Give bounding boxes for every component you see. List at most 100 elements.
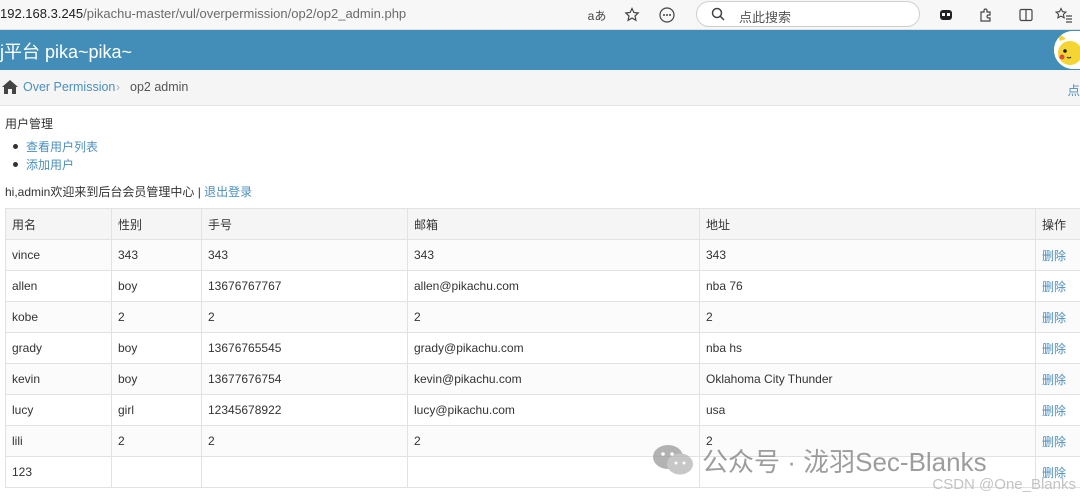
table-row: allen boy 13676767767 allen@pikachu.com nba …: [5, 270, 1080, 302]
view-users-link[interactable]: 查看用户列表: [26, 140, 98, 154]
cell-phone: [201, 456, 408, 488]
table-header-row: 用名 性别 手号 邮箱 地址 操作: [5, 208, 1080, 240]
cell-phone: 2: [201, 425, 408, 457]
cell-address: 2: [699, 425, 1036, 457]
table-row: lucy girl 12345678922 lucy@pikachu.com usa 删除: [5, 394, 1080, 426]
url-path: /pikachu-master/vul/overpermission/op2/o…: [83, 6, 407, 21]
csdn-watermark: CSDN @One_Blanks: [932, 476, 1076, 493]
breadcrumb-current: op2 admin: [130, 80, 189, 94]
cell-username: allen: [5, 270, 112, 302]
cell-username: lucy: [5, 394, 112, 426]
cell-phone: 13676765545: [201, 332, 408, 364]
column-header-phone: 手号: [201, 208, 408, 240]
cell-action: 删除: [1035, 425, 1080, 457]
home-icon[interactable]: [2, 80, 18, 94]
cell-address: 343: [699, 239, 1036, 271]
table-row: 123 删除: [5, 456, 1080, 488]
section-title: 用户管理: [5, 117, 54, 131]
favorites-list-icon[interactable]: [1053, 4, 1075, 26]
table-row: grady boy 13676765545 grady@pikachu.com nba …: [5, 332, 1080, 364]
breadcrumb: Over Permission › op2 admin 点: [0, 70, 1080, 106]
cell-email: [407, 456, 700, 488]
cell-gender: girl: [111, 394, 202, 426]
cell-address: usa: [699, 394, 1036, 426]
address-bar[interactable]: 192.168.3.245/pikachu-master/vul/overper…: [0, 6, 406, 21]
delete-link[interactable]: 删除: [1042, 435, 1066, 449]
column-header-address: 地址: [699, 208, 1036, 240]
cell-action: 删除: [1035, 270, 1080, 302]
delete-link[interactable]: 删除: [1042, 249, 1066, 263]
puzzle-extensions-icon[interactable]: [974, 4, 996, 26]
cell-action: 删除: [1035, 394, 1080, 426]
read-aloud-icon[interactable]: aあ: [586, 4, 608, 26]
breadcrumb-separator: ›: [116, 80, 120, 94]
search-icon: [711, 7, 725, 21]
breadcrumb-right-link[interactable]: 点: [1067, 80, 1080, 99]
cell-phone: 13676767767: [201, 270, 408, 302]
delete-link[interactable]: 删除: [1042, 373, 1066, 387]
add-user-link[interactable]: 添加用户: [26, 158, 74, 172]
menu-item-add-user: 添加用户: [12, 157, 98, 175]
welcome-text: hi,admin欢迎来到后台会员管理中心 |: [5, 185, 205, 199]
extension-icon[interactable]: [935, 4, 957, 26]
cell-username: kobe: [5, 301, 112, 333]
site-title: j平台 pika~pika~: [0, 42, 133, 62]
cell-phone: 12345678922: [201, 394, 408, 426]
cell-phone: 343: [201, 239, 408, 271]
cell-address: 2: [699, 301, 1036, 333]
split-screen-icon[interactable]: [1015, 4, 1037, 26]
table-row: kobe 2 2 2 2 删除: [5, 301, 1080, 333]
cell-action: 删除: [1035, 332, 1080, 364]
cell-email: allen@pikachu.com: [407, 270, 700, 302]
column-header-username: 用名: [5, 208, 112, 240]
cell-address: nba hs: [699, 332, 1036, 364]
column-header-action: 操作: [1035, 208, 1080, 240]
user-menu: 查看用户列表 添加用户: [12, 139, 98, 175]
cell-gender: boy: [111, 270, 202, 302]
cell-gender: 343: [111, 239, 202, 271]
favorite-star-icon[interactable]: [621, 4, 643, 26]
cell-action: 删除: [1035, 363, 1080, 395]
cell-email: 2: [407, 301, 700, 333]
table-row: kevin boy 13677676754 kevin@pikachu.com Okla…: [5, 363, 1080, 395]
table-row: lili 2 2 2 2 删除: [5, 425, 1080, 457]
table-row: vince 343 343 343 343 删除: [5, 239, 1080, 271]
search-input[interactable]: 点此搜索: [696, 1, 920, 27]
delete-link[interactable]: 删除: [1042, 280, 1066, 294]
site-header: j平台 pika~pika~: [0, 30, 1080, 70]
cell-phone: 2: [201, 301, 408, 333]
url-host: 192.168.3.245: [0, 6, 84, 21]
column-header-email: 邮箱: [407, 208, 700, 240]
menu-item-view-users: 查看用户列表: [12, 139, 98, 157]
cell-email: kevin@pikachu.com: [407, 363, 700, 395]
cell-email: 343: [407, 239, 700, 271]
more-options-icon[interactable]: [656, 4, 678, 26]
logout-link[interactable]: 退出登录: [204, 185, 252, 199]
welcome-message: hi,admin欢迎来到后台会员管理中心 | 退出登录: [5, 183, 252, 200]
cell-action: 删除: [1035, 301, 1080, 333]
user-table: 用名 性别 手号 邮箱 地址 操作 vince 343 343 343 343 删除 all…: [5, 208, 1080, 488]
cell-phone: 13677676754: [201, 363, 408, 395]
cell-gender: 2: [111, 301, 202, 333]
cell-email: grady@pikachu.com: [407, 332, 700, 364]
delete-link[interactable]: 删除: [1042, 311, 1066, 325]
cell-gender: boy: [111, 332, 202, 364]
delete-link[interactable]: 删除: [1042, 342, 1066, 356]
pikachu-avatar[interactable]: [1054, 31, 1080, 69]
cell-username: 123: [5, 456, 112, 488]
cell-username: grady: [5, 332, 112, 364]
cell-username: vince: [5, 239, 112, 271]
cell-username: kevin: [5, 363, 112, 395]
cell-email: 2: [407, 425, 700, 457]
cell-gender: [111, 456, 202, 488]
delete-link[interactable]: 删除: [1042, 404, 1066, 418]
cell-username: lili: [5, 425, 112, 457]
browser-toolbar: 192.168.3.245/pikachu-master/vul/overper…: [0, 0, 1080, 30]
cell-gender: 2: [111, 425, 202, 457]
breadcrumb-link-over-permission[interactable]: Over Permission: [23, 80, 115, 94]
column-header-gender: 性别: [111, 208, 202, 240]
search-placeholder: 点此搜索: [739, 10, 792, 25]
cell-gender: boy: [111, 363, 202, 395]
cell-email: lucy@pikachu.com: [407, 394, 700, 426]
cell-action: 删除: [1035, 239, 1080, 271]
